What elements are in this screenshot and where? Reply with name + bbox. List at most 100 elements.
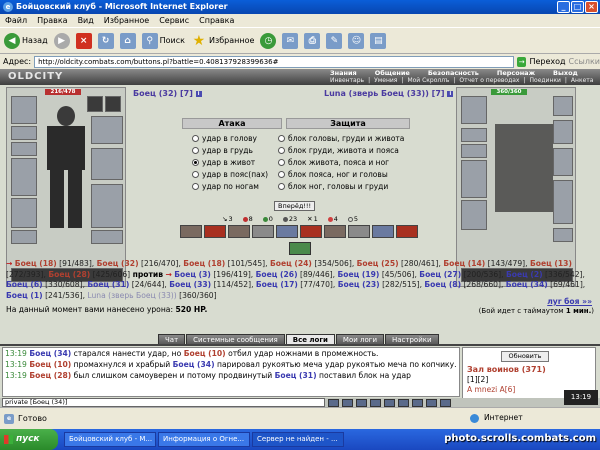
room-member[interactable]: A mnezi A[6] (467, 385, 515, 394)
attack-option-legs[interactable]: удар по ногам (192, 181, 259, 192)
minimize-button[interactable]: _ (557, 1, 570, 13)
start-button[interactable]: пуск (0, 429, 58, 450)
tab-my-logs[interactable]: Мои логи (335, 334, 384, 344)
history-icon[interactable]: ◷ (260, 32, 277, 49)
chat-exit-icon[interactable] (440, 398, 451, 407)
back-button[interactable]: ◀ Назад (4, 32, 48, 49)
nav-skills[interactable]: Умения (374, 77, 397, 84)
menu-view[interactable]: Вид (78, 14, 94, 27)
defense-option-2[interactable]: блок груди, живота и пояса (278, 145, 399, 156)
refresh-button[interactable]: Обновить (501, 351, 549, 362)
fighter[interactable]: Боец (2) (506, 270, 543, 279)
legs-slot[interactable] (91, 184, 123, 228)
trick-slot[interactable] (372, 225, 394, 238)
fighter[interactable]: Боец (28) (48, 270, 90, 279)
close-button[interactable]: × (585, 1, 598, 13)
boots-slot[interactable] (91, 230, 123, 244)
belt-slot[interactable] (11, 230, 37, 244)
gloves-slot[interactable] (91, 116, 123, 144)
fighter[interactable]: Боец (1) (6, 291, 43, 300)
fighter[interactable]: Боец (8) (424, 280, 461, 289)
attack-option-belly[interactable]: удар в живот (192, 157, 255, 168)
nav-character[interactable]: Персонаж (497, 69, 535, 77)
tab-all-logs[interactable]: Все логи (285, 334, 335, 344)
fighter[interactable]: Боец (14) (443, 259, 485, 268)
messenger-icon[interactable]: ☺ (348, 32, 365, 49)
forward-icon[interactable]: ▶ (53, 32, 70, 49)
nav-inventory[interactable]: Инвентарь (330, 77, 364, 84)
nav-profile[interactable]: Анкета (571, 77, 594, 84)
chat-input[interactable]: private [Боец (34)] (2, 398, 325, 407)
fighter[interactable]: Боец (3) (174, 270, 211, 279)
fighter[interactable]: Боец (17) (256, 280, 298, 289)
next-fight-link[interactable]: луr боя »» (547, 297, 592, 306)
tab-settings[interactable]: Настройки (385, 334, 439, 344)
attack-option-head[interactable]: удар в голову (192, 133, 257, 144)
fighter[interactable]: Боец (24) (270, 259, 312, 268)
weapon-slot[interactable] (11, 198, 37, 228)
defense-option-5[interactable]: блок ног, головы и груди (278, 181, 388, 192)
chat-save-icon[interactable] (398, 398, 409, 407)
home-icon[interactable]: ⌂ (119, 32, 136, 49)
fighter[interactable]: Боец (18) (183, 259, 225, 268)
search-button[interactable]: ⚲ Поиск (141, 32, 185, 49)
trick-slot[interactable] (252, 225, 274, 238)
trick-slot[interactable] (300, 225, 322, 238)
attack-option-chest[interactable]: удар в грудь (192, 145, 253, 156)
task-item-1[interactable]: Бойцовский клуб - M... (64, 432, 156, 447)
go-arrow-icon[interactable]: → (516, 56, 527, 67)
trick-slot[interactable] (396, 225, 418, 238)
print-icon[interactable]: ⎙ (304, 32, 321, 49)
chat-music-icon[interactable] (384, 398, 395, 407)
defense-option-4[interactable]: блок пояса, ног и головы (278, 169, 388, 180)
enemy-name[interactable]: Luna (зверь Боец (33)) [7] i (324, 89, 454, 98)
fighter[interactable]: Боец (18) (15, 259, 57, 268)
pet-fighter[interactable]: Luna (зверь Боец (33)) (87, 291, 176, 300)
nav-transfers[interactable]: Отчет о переводах (459, 77, 519, 84)
amulet-slot[interactable] (11, 142, 37, 156)
fighter[interactable]: Боец (33) (169, 280, 211, 289)
armor-slot[interactable] (11, 158, 37, 196)
trick-slot[interactable] (204, 225, 226, 238)
mail-icon[interactable]: ✉ (282, 32, 299, 49)
room-pages[interactable]: [1][2] (467, 375, 488, 384)
trick-slot[interactable] (228, 225, 250, 238)
trick-slot[interactable] (324, 225, 346, 238)
menu-favorites[interactable]: Избранное (104, 14, 149, 27)
trick-slot[interactable] (348, 225, 370, 238)
attack-option-groin[interactable]: удар в пояс(пах) (192, 169, 268, 180)
player-name[interactable]: Боец (32) [7] i (133, 89, 202, 98)
nav-exit[interactable]: Выход (553, 69, 578, 77)
trick-slot-extra[interactable] (289, 242, 311, 255)
address-input[interactable]: http://oldcity.combats.com/buttons.pl?ba… (34, 55, 514, 68)
nav-fights[interactable]: Поединки (530, 77, 561, 84)
fighter[interactable]: Боец (6) (6, 280, 43, 289)
refresh-icon[interactable]: ↻ (97, 32, 114, 49)
nav-knowledge[interactable]: Знания (330, 69, 357, 77)
fighter[interactable]: Боец (25) (357, 259, 399, 268)
fighter[interactable]: Боец (19) (337, 270, 379, 279)
ring-slot-2[interactable] (105, 96, 121, 112)
nav-scroll[interactable]: Мой Скроллъ (407, 77, 449, 84)
trick-slot[interactable] (180, 225, 202, 238)
tab-system[interactable]: Системные сообщения (186, 334, 285, 344)
defense-option-1[interactable]: блок головы, груди и живота (278, 133, 404, 144)
discuss-icon[interactable]: ▤ (370, 32, 387, 49)
info-icon[interactable]: i (447, 90, 454, 97)
info-icon[interactable]: i (195, 90, 202, 97)
links-label[interactable]: Ссылки (569, 57, 600, 66)
forward-button[interactable]: Вперёд!!! (274, 201, 316, 211)
nav-communication[interactable]: Общение (375, 69, 410, 77)
ring-slot-1[interactable] (87, 96, 103, 112)
fighter[interactable]: Боец (13) (530, 259, 572, 268)
stop-icon[interactable]: × (75, 32, 92, 49)
maximize-button[interactable]: □ (571, 1, 584, 13)
fighter[interactable]: Боец (26) (256, 270, 298, 279)
chat-smile-icon[interactable] (356, 398, 367, 407)
defense-option-3[interactable]: блок живота, пояса и ног (278, 157, 389, 168)
fighter[interactable]: Боец (31) (87, 280, 129, 289)
tab-chat[interactable]: Чат (158, 334, 186, 344)
chat-filter-icon[interactable] (370, 398, 381, 407)
shield-slot[interactable] (91, 148, 123, 180)
edit-icon[interactable]: ✎ (326, 32, 343, 49)
